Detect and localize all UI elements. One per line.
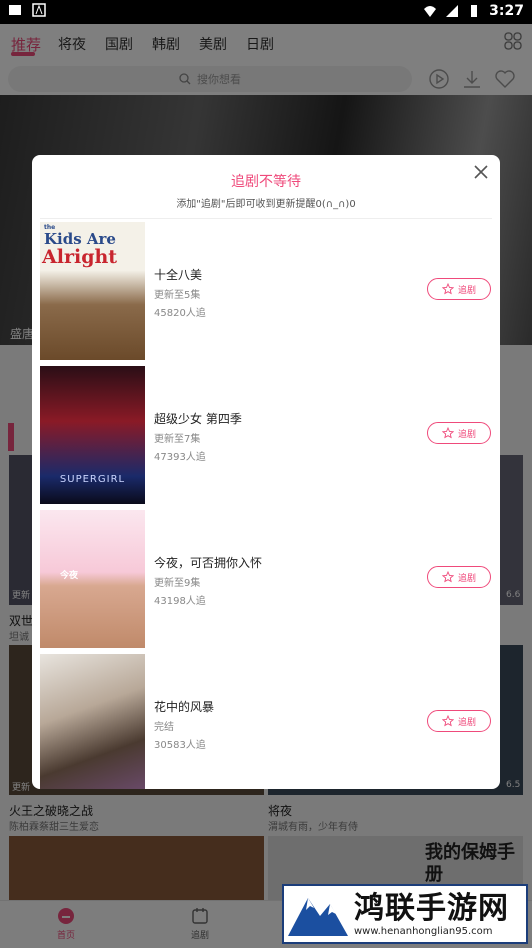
follow-button[interactable]: 追剧 [427,278,491,300]
follow-button-label: 追剧 [457,573,476,584]
dialog-title: 追剧不等待 [231,174,301,190]
drama-title: 超级少女 第四季 [154,412,242,426]
battery-icon [471,5,478,17]
site-watermark: 鸿联手游网 www.henanhonglian95.com [282,884,528,944]
follow-button[interactable]: 追剧 [427,422,491,444]
list-item: 今夜 今夜，可否拥你入怀 更新至9集 43198人追 追剧 [40,510,492,648]
a-icon [32,3,46,17]
star-icon [441,571,454,583]
poster-thumbnail[interactable]: SUPERGIRL [40,366,145,504]
mountain-logo-icon [286,886,350,942]
follow-button-label: 追剧 [457,285,476,296]
update-status: 完结 [154,722,174,733]
drama-title: 今夜，可否拥你入怀 [154,556,263,570]
follower-count: 43198人追 [154,596,206,607]
poster-text: Alright [42,246,118,268]
follow-button[interactable]: 追剧 [427,566,491,588]
follower-count: 45820人追 [154,308,206,319]
star-icon [441,715,454,727]
list-item: the Kids Are Alright 十全八美 更新至5集 45820人追 … [40,222,492,360]
poster-thumbnail[interactable]: the Kids Are Alright [40,222,145,360]
drama-title: 花中的风暴 [154,700,215,714]
dialog-subtitle: 添加"追剧"后即可收到更新提醒0(∩_∩)0 [176,199,356,210]
close-icon[interactable] [472,163,490,181]
app-icon [9,5,21,15]
wifi-icon [424,6,437,17]
follow-button[interactable]: 追剧 [427,710,491,732]
star-icon [441,283,454,295]
list-item: 花中的风暴 完结 30583人追 追剧 [40,654,492,789]
dialog-divider [40,218,492,219]
follower-count: 47393人追 [154,452,206,463]
signal-icon [446,5,459,17]
status-bar: 3:27 [0,0,532,24]
update-status: 更新至9集 [154,578,201,589]
follower-count: 30583人追 [154,740,206,751]
follow-dialog: 追剧不等待 添加"追剧"后即可收到更新提醒0(∩_∩)0 the Kids Ar… [32,155,500,789]
poster-thumbnail[interactable] [40,654,145,789]
follow-button-label: 追剧 [457,429,476,440]
drama-title: 十全八美 [154,268,203,282]
clock: 3:27 [489,3,524,19]
follow-button-label: 追剧 [457,717,476,728]
list-item: SUPERGIRL 超级少女 第四季 更新至7集 47393人追 追剧 [40,366,492,504]
poster-thumbnail[interactable]: 今夜 [40,510,145,648]
star-icon [441,427,454,439]
poster-text: 今夜 [60,571,79,581]
update-status: 更新至7集 [154,434,201,445]
poster-text: SUPERGIRL [59,474,126,485]
update-status: 更新至5集 [154,290,201,301]
watermark-url: www.henanhonglian95.com [354,925,493,937]
watermark-title: 鸿联手游网 [354,890,509,926]
